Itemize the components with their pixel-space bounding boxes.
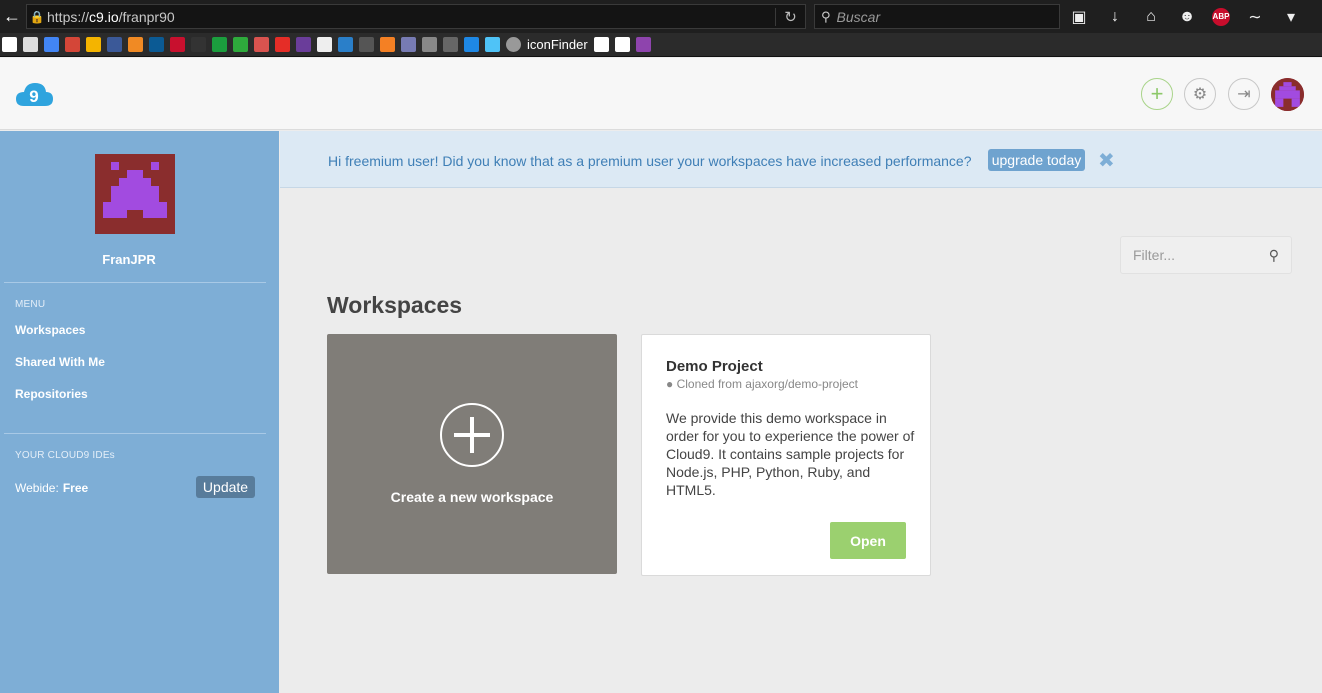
jpg-bookmark-icon[interactable] bbox=[635, 37, 651, 52]
browser-tool-icons: ▣ ↓ ⌂ ☻ ABP ∼ ▾ bbox=[1068, 0, 1302, 33]
github-bookmark-icon[interactable] bbox=[317, 37, 332, 52]
ides-heading: YOUR CLOUD9 IDEs bbox=[15, 450, 115, 461]
download-icon[interactable]: ↓ bbox=[1104, 8, 1126, 26]
browser-toolbar: ← 🔒 https://c9.io/franpr90 ↻ ⚲ Buscar ▣ … bbox=[0, 0, 1322, 33]
webide-plan: Free bbox=[62, 481, 89, 495]
github-icon: ● bbox=[666, 377, 677, 391]
iconfinder-bookmark-icon[interactable] bbox=[506, 37, 521, 52]
bookmark-icon[interactable] bbox=[170, 37, 185, 52]
sidebar-item-shared[interactable]: Shared With Me bbox=[15, 355, 105, 369]
filter-box: ⚲ bbox=[1120, 236, 1292, 274]
youtube-bookmark-icon[interactable] bbox=[275, 37, 290, 52]
bookmark-icon[interactable] bbox=[212, 37, 227, 52]
star-bookmark-icon[interactable] bbox=[2, 37, 17, 52]
sidebar: FranJPR MENU Workspaces Shared With Me R… bbox=[0, 131, 279, 693]
search-icon[interactable]: ⚲ bbox=[1269, 247, 1279, 264]
open-button[interactable]: Open bbox=[830, 522, 906, 559]
lock-icon: 🔒 bbox=[29, 9, 45, 24]
bookmark-icon[interactable] bbox=[443, 37, 458, 52]
bookmark-icon[interactable] bbox=[296, 37, 311, 52]
avatar-pixel-icon bbox=[1271, 78, 1304, 111]
app-header: 9 + ⚙ ⇥ bbox=[0, 58, 1322, 130]
add-workspace-button[interactable]: + bbox=[1141, 78, 1173, 110]
bookmark-icon[interactable] bbox=[191, 37, 206, 52]
filter-input[interactable] bbox=[1133, 247, 1263, 263]
upgrade-banner: Hi freemium user! Did you know that as a… bbox=[280, 131, 1322, 188]
bookmark-icon[interactable] bbox=[338, 37, 353, 52]
pocket-icon[interactable]: ▣ bbox=[1068, 7, 1090, 27]
create-workspace-label: Create a new workspace bbox=[390, 489, 554, 505]
svg-text:9: 9 bbox=[29, 87, 38, 106]
bookmark-icon[interactable] bbox=[149, 37, 164, 52]
avatar-pixel-icon bbox=[95, 154, 175, 234]
reader-bookmark-icon[interactable] bbox=[23, 37, 38, 52]
bookmarks-bar: iconFinder bbox=[0, 33, 1322, 57]
sidebar-item-repositories[interactable]: Repositories bbox=[15, 387, 88, 401]
chat-icon[interactable]: ☻ bbox=[1176, 8, 1198, 26]
menu-chevron-icon[interactable]: ▾ bbox=[1280, 7, 1302, 27]
demo-project-title[interactable]: Demo Project bbox=[666, 358, 763, 375]
header-avatar[interactable] bbox=[1271, 78, 1304, 111]
close-icon[interactable]: ✖ bbox=[1098, 148, 1115, 173]
stackoverflow-bookmark-icon[interactable] bbox=[380, 37, 395, 52]
page-title: Workspaces bbox=[327, 292, 463, 318]
sign-out-icon[interactable]: ⇥ bbox=[1228, 78, 1260, 110]
flag-bookmark-icon[interactable] bbox=[593, 37, 609, 52]
profile-username: FranJPR bbox=[102, 252, 156, 267]
adblock-icon[interactable]: ABP bbox=[1212, 7, 1230, 26]
drive-bookmark-icon[interactable] bbox=[86, 37, 101, 52]
banner-text: Hi freemium user! Did you know that as a… bbox=[328, 153, 972, 169]
demo-project-description: We provide this demo workspace in order … bbox=[666, 410, 915, 498]
mz-bookmark-icon[interactable] bbox=[614, 37, 630, 52]
google-bookmark-icon[interactable] bbox=[44, 37, 59, 52]
browser-search-box[interactable]: ⚲ Buscar bbox=[814, 4, 1060, 29]
iconfinder-bookmark-label[interactable]: iconFinder bbox=[527, 37, 588, 52]
url-text[interactable]: https://c9.io/franpr90 bbox=[47, 9, 775, 25]
profile-avatar[interactable] bbox=[95, 154, 175, 234]
plus-circle-icon bbox=[440, 403, 504, 467]
home-icon[interactable]: ⌂ bbox=[1140, 8, 1162, 26]
bookmark-icon[interactable] bbox=[485, 37, 500, 52]
bookmark-icon[interactable] bbox=[254, 37, 269, 52]
bookmark-icon[interactable] bbox=[233, 37, 248, 52]
bookmark-icon[interactable] bbox=[359, 37, 374, 52]
create-workspace-card[interactable]: Create a new workspace bbox=[327, 334, 617, 574]
reload-icon[interactable]: ↻ bbox=[775, 7, 805, 26]
plus-icon bbox=[454, 417, 490, 453]
sidebar-divider bbox=[4, 433, 266, 434]
menu-heading: MENU bbox=[15, 299, 46, 310]
bookmark-icon[interactable] bbox=[128, 37, 143, 52]
search-icon: ⚲ bbox=[821, 8, 831, 24]
clone-source: ● Cloned from ajaxorg/demo-project bbox=[666, 377, 859, 391]
cloud9-logo-icon[interactable]: 9 bbox=[14, 80, 54, 108]
sidebar-item-workspaces[interactable]: Workspaces bbox=[15, 323, 85, 337]
browser-search-placeholder: Buscar bbox=[836, 8, 881, 25]
php-bookmark-icon[interactable] bbox=[401, 37, 416, 52]
back-arrow-icon[interactable]: ← bbox=[0, 0, 24, 33]
bookmark-icon[interactable] bbox=[422, 37, 437, 52]
facebook-bookmark-icon[interactable] bbox=[107, 37, 122, 52]
settings-gear-icon[interactable]: ⚙ bbox=[1184, 78, 1216, 110]
bookmark-icon[interactable] bbox=[464, 37, 479, 52]
sidebar-divider bbox=[4, 282, 266, 283]
demo-project-card: Demo Project ● Cloned from ajaxorg/demo-… bbox=[641, 334, 931, 576]
privacy-icon[interactable]: ∼ bbox=[1244, 7, 1266, 27]
url-bar[interactable]: 🔒 https://c9.io/franpr90 ↻ bbox=[26, 4, 806, 29]
upgrade-button[interactable]: upgrade today bbox=[988, 149, 1085, 171]
webide-label: Webide: Free bbox=[15, 481, 89, 495]
update-button[interactable]: Update bbox=[196, 476, 255, 498]
gmail-bookmark-icon[interactable] bbox=[65, 37, 80, 52]
